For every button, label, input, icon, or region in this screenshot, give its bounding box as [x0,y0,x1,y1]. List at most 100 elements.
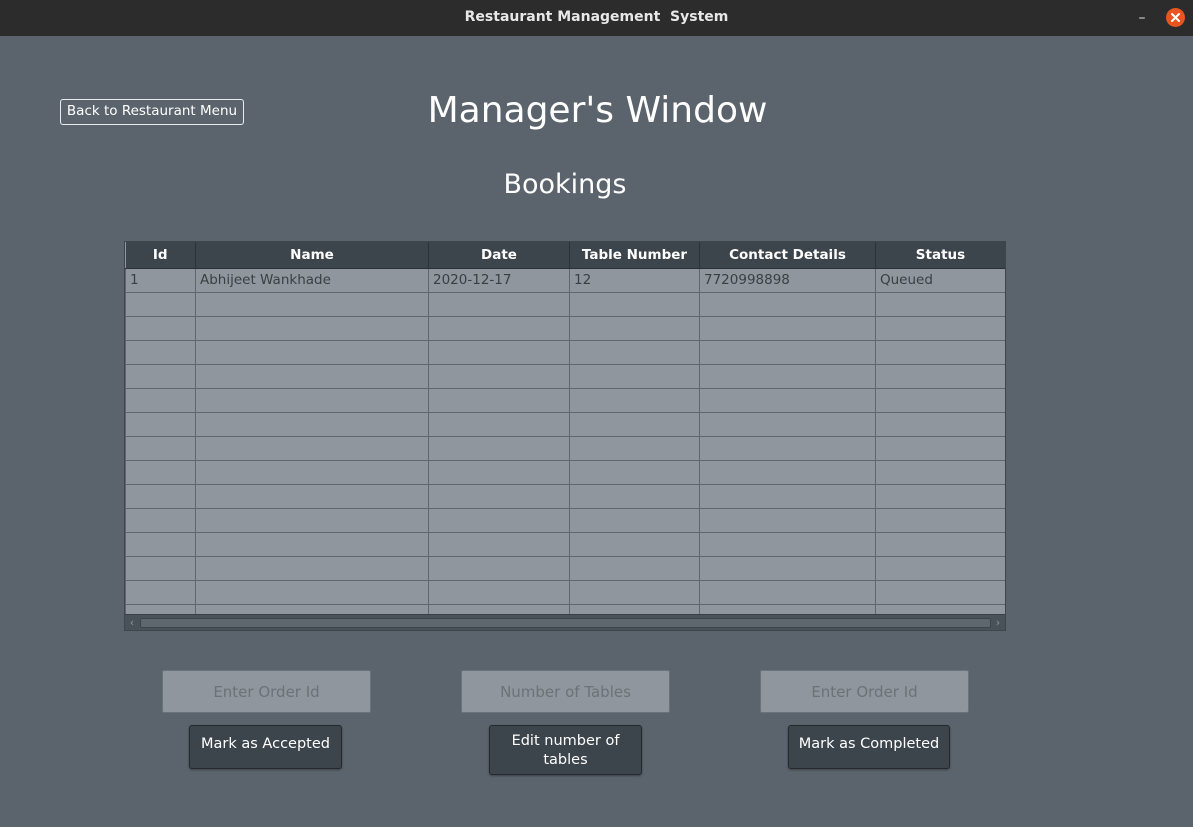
cell-name[interactable] [195,291,429,317]
table-row[interactable] [125,555,1005,581]
number-of-tables-input[interactable] [461,670,670,713]
table-row[interactable] [125,315,1005,341]
cell-name[interactable] [195,435,429,461]
table-row[interactable] [125,483,1005,509]
cell-table-number[interactable] [569,387,700,413]
complete-order-id-input[interactable] [760,670,969,713]
cell-date[interactable] [428,459,570,485]
cell-contact-details[interactable] [699,459,876,485]
table-row[interactable] [125,459,1005,485]
scrollbar-thumb[interactable] [140,618,991,628]
cell-status[interactable] [875,387,1005,413]
cell-name[interactable] [195,507,429,533]
mark-completed-button[interactable]: Mark as Completed [788,725,950,769]
table-row[interactable] [125,291,1005,317]
table-row[interactable] [125,507,1005,533]
cell-status[interactable] [875,363,1005,389]
cell-date[interactable] [428,531,570,557]
cell-id[interactable] [125,411,196,437]
cell-status[interactable] [875,483,1005,509]
accept-order-id-input[interactable] [162,670,371,713]
cell-date[interactable] [428,579,570,605]
cell-date[interactable] [428,387,570,413]
cell-date[interactable] [428,411,570,437]
cell-table-number[interactable] [569,435,700,461]
cell-date[interactable] [428,291,570,317]
cell-name[interactable] [195,339,429,365]
cell-contact-details[interactable] [699,507,876,533]
cell-id[interactable] [125,531,196,557]
column-header-table-number[interactable]: Table Number [569,242,700,269]
table-row[interactable] [125,363,1005,389]
cell-table-number[interactable] [569,315,700,341]
cell-table-number[interactable] [569,339,700,365]
cell-table-number[interactable] [569,579,700,605]
cell-name[interactable]: Abhijeet Wankhade [195,267,429,293]
cell-status[interactable] [875,291,1005,317]
cell-date[interactable] [428,507,570,533]
cell-status[interactable] [875,579,1005,605]
cell-id[interactable] [125,339,196,365]
scroll-right-icon[interactable]: › [991,615,1005,630]
cell-contact-details[interactable] [699,411,876,437]
horizontal-scrollbar[interactable]: ‹ › [125,614,1005,630]
cell-table-number[interactable] [569,411,700,437]
cell-date[interactable] [428,555,570,581]
cell-name[interactable] [195,411,429,437]
cell-table-number[interactable] [569,483,700,509]
cell-table-number[interactable] [569,363,700,389]
cell-id[interactable] [125,387,196,413]
cell-contact-details[interactable] [699,339,876,365]
cell-name[interactable] [195,459,429,485]
cell-name[interactable] [195,555,429,581]
table-row[interactable] [125,435,1005,461]
column-header-name[interactable]: Name [195,242,429,269]
cell-date[interactable] [428,363,570,389]
cell-table-number[interactable]: 12 [569,267,700,293]
column-header-date[interactable]: Date [428,242,570,269]
cell-id[interactable] [125,459,196,485]
cell-id[interactable]: 1 [125,267,196,293]
cell-table-number[interactable] [569,531,700,557]
cell-contact-details[interactable] [699,483,876,509]
cell-date[interactable] [428,435,570,461]
cell-id[interactable] [125,555,196,581]
table-row[interactable] [125,387,1005,413]
cell-contact-details[interactable] [699,555,876,581]
cell-contact-details[interactable] [699,363,876,389]
cell-status[interactable] [875,507,1005,533]
cell-contact-details[interactable]: 7720998898 [699,267,876,293]
cell-id[interactable] [125,291,196,317]
cell-id[interactable] [125,363,196,389]
cell-status[interactable] [875,315,1005,341]
cell-date[interactable] [428,483,570,509]
bookings-table[interactable]: Id Name Date Table Number Contact Detail… [124,241,1006,631]
cell-id[interactable] [125,435,196,461]
cell-status[interactable] [875,555,1005,581]
cell-name[interactable] [195,387,429,413]
cell-name[interactable] [195,483,429,509]
cell-name[interactable] [195,579,429,605]
cell-id[interactable] [125,507,196,533]
cell-status[interactable] [875,531,1005,557]
cell-contact-details[interactable] [699,291,876,317]
cell-date[interactable]: 2020-12-17 [428,267,570,293]
cell-contact-details[interactable] [699,579,876,605]
close-button[interactable] [1166,8,1185,27]
column-header-id[interactable]: Id [125,242,196,269]
mark-accepted-button[interactable]: Mark as Accepted [189,725,342,769]
cell-contact-details[interactable] [699,435,876,461]
scroll-left-icon[interactable]: ‹ [125,615,139,630]
cell-id[interactable] [125,579,196,605]
cell-table-number[interactable] [569,291,700,317]
cell-table-number[interactable] [569,555,700,581]
table-row[interactable] [125,411,1005,437]
cell-contact-details[interactable] [699,387,876,413]
cell-contact-details[interactable] [699,531,876,557]
table-row[interactable] [125,579,1005,605]
table-row[interactable] [125,531,1005,557]
column-header-status[interactable]: Status [875,242,1005,269]
cell-table-number[interactable] [569,507,700,533]
cell-table-number[interactable] [569,459,700,485]
table-row[interactable] [125,339,1005,365]
